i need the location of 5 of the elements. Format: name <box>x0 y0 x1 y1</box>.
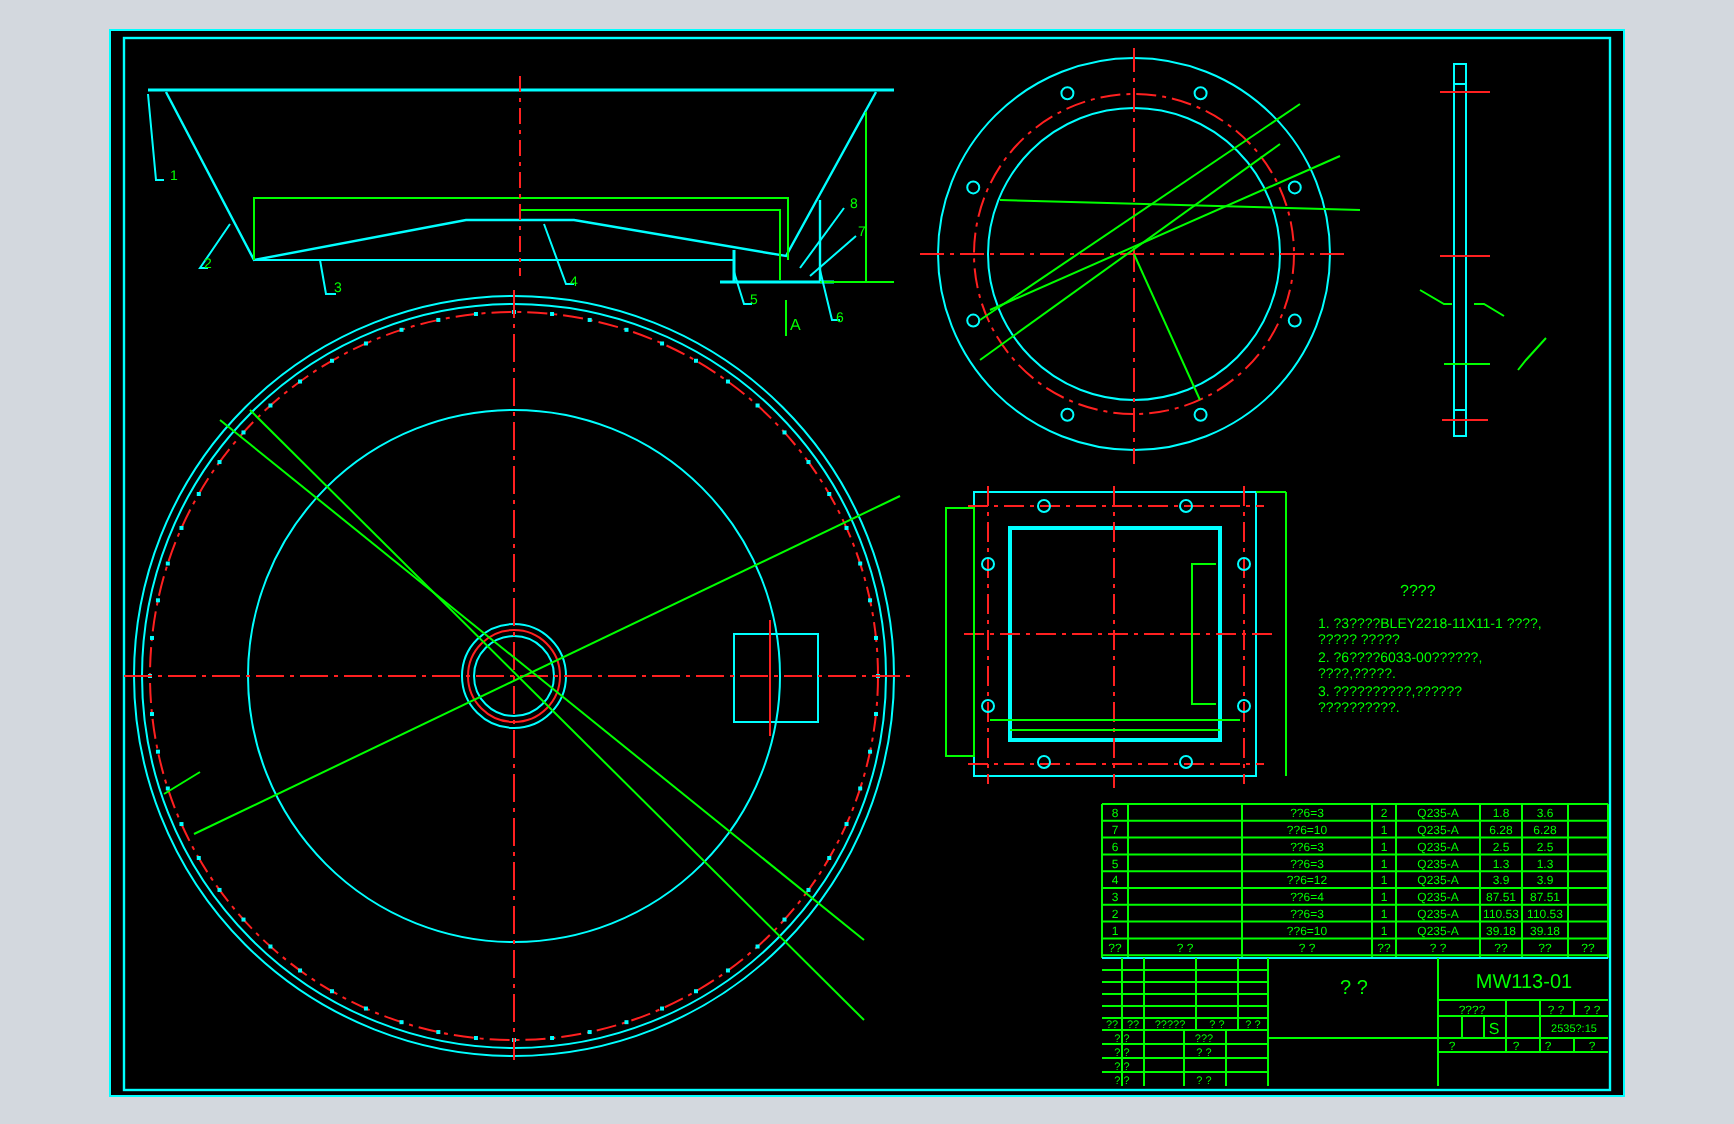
stage-mark: S <box>1488 1020 1500 1038</box>
notes-title: ???? <box>1400 582 1436 600</box>
drawing-title: ? ? <box>1340 978 1368 1000</box>
drawing-number: MW113-01 <box>1475 972 1573 994</box>
section-mark: A <box>790 316 801 334</box>
